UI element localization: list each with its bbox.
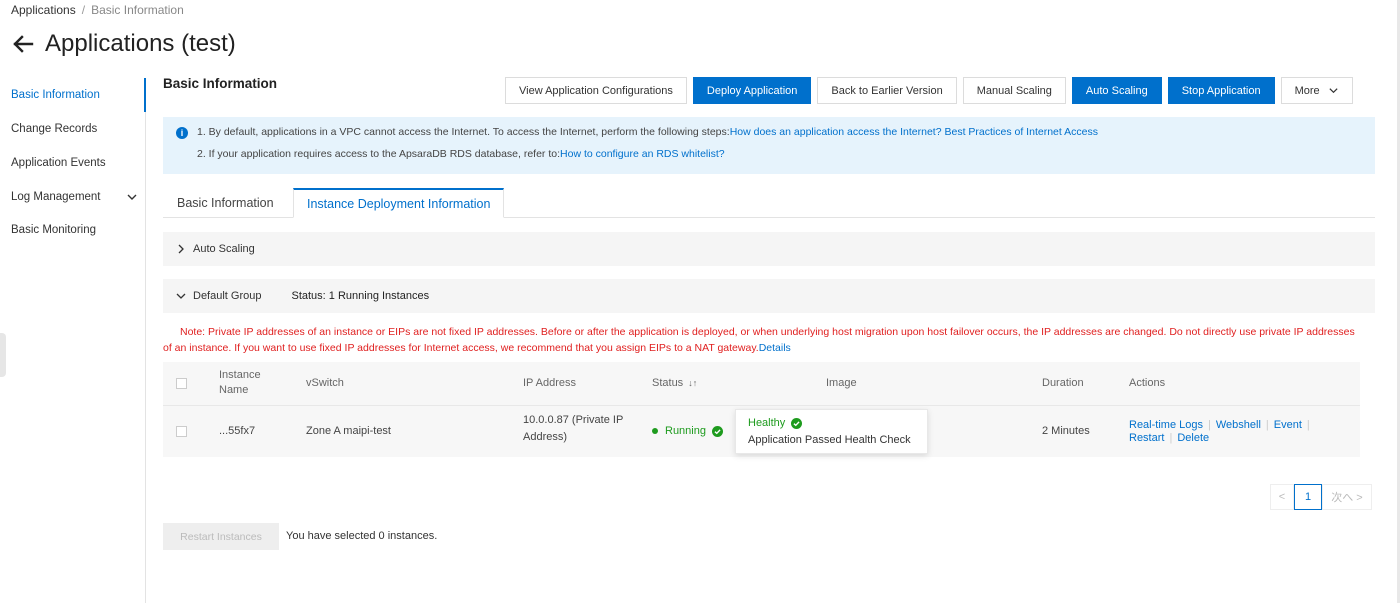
table-header: Instance Name vSwitch IP Address Status … <box>163 362 1360 406</box>
chevron-right-icon <box>178 244 184 254</box>
tooltip-text: Application Passed Health Check <box>748 434 911 446</box>
info-line-1-text: 1. By default, applications in a VPC can… <box>197 126 730 138</box>
page-title: Applications (test) <box>45 30 236 57</box>
webshell-link[interactable]: Webshell <box>1216 419 1261 431</box>
action-separator: | <box>1306 419 1310 431</box>
header-instance-name-2: Name <box>219 384 249 396</box>
check-circle-icon[interactable] <box>711 425 723 437</box>
sidebar-item-basic-information[interactable]: Basic Information <box>11 89 100 101</box>
health-check-tooltip: Healthy Application Passed Health Check <box>735 409 928 454</box>
header-duration: Duration <box>1042 377 1084 389</box>
info-line-2: 2. If your application requires access t… <box>197 148 725 160</box>
chevron-down-icon <box>1329 88 1338 94</box>
tooltip-title: Healthy <box>748 417 803 429</box>
status-running: Running <box>652 425 723 437</box>
pagination: < 1 次へ > <box>1270 484 1372 510</box>
instance-name: ...55fx7 <box>219 425 256 437</box>
section-title: Basic Information <box>163 76 278 91</box>
header-status: Status ↓↑ <box>652 377 697 389</box>
auto-scaling-panel-header[interactable]: Auto Scaling <box>163 232 1375 266</box>
ip-address-line-1: 10.0.0.87 (Private IP <box>523 414 624 426</box>
header-instance-name-1: Instance <box>219 369 261 381</box>
auto-scaling-panel-label: Auto Scaling <box>193 243 255 255</box>
breadcrumb-root[interactable]: Applications <box>11 3 76 17</box>
breadcrumb: Applications / Basic Information <box>11 3 184 17</box>
default-group-label: Default Group <box>193 290 262 302</box>
vswitch-value: Zone A maipi-test <box>306 425 391 437</box>
action-separator: | <box>1265 419 1269 431</box>
selected-count-text: You have selected 0 instances. <box>286 530 438 542</box>
restart-link[interactable]: Restart <box>1129 432 1164 444</box>
stop-application-button[interactable]: Stop Application <box>1167 77 1275 104</box>
sort-icon[interactable]: ↓↑ <box>688 378 697 388</box>
action-separator: | <box>1169 432 1173 444</box>
select-all-checkbox[interactable] <box>176 378 187 389</box>
row-checkbox[interactable] <box>176 426 187 437</box>
info-icon: i <box>176 127 188 139</box>
chevron-down-icon <box>176 293 186 299</box>
check-circle-icon <box>791 417 803 429</box>
delete-link[interactable]: Delete <box>1177 432 1209 444</box>
action-separator: | <box>1207 419 1211 431</box>
more-dropdown-button[interactable]: More <box>1280 77 1353 104</box>
status-dot-icon <box>652 428 658 435</box>
sidebar-item-change-records[interactable]: Change Records <box>11 123 97 135</box>
header-image: Image <box>826 377 857 389</box>
sidebar-active-indicator <box>144 78 146 112</box>
rds-whitelist-link[interactable]: How to configure an RDS whitelist? <box>560 148 725 160</box>
sidebar-item-application-events[interactable]: Application Events <box>11 157 106 169</box>
row-actions-line-2: Restart | Delete <box>1129 432 1209 444</box>
header-ip-address: IP Address <box>523 377 576 389</box>
internet-access-link[interactable]: How does an application access the Inter… <box>730 126 1098 138</box>
toolbar: View Application Configurations Deploy A… <box>505 77 1353 104</box>
tab-instance-deployment-information[interactable]: Instance Deployment Information <box>293 188 505 218</box>
back-arrow-icon[interactable] <box>11 32 35 56</box>
default-group-status: Status: 1 Running Instances <box>291 290 430 302</box>
real-time-logs-link[interactable]: Real-time Logs <box>1129 419 1203 431</box>
details-link[interactable]: Details <box>759 342 791 354</box>
back-to-earlier-version-button[interactable]: Back to Earlier Version <box>817 77 957 104</box>
restart-instances-button[interactable]: Restart Instances <box>163 523 279 550</box>
event-link[interactable]: Event <box>1274 419 1302 431</box>
info-line-2-text: 2. If your application requires access t… <box>197 148 561 160</box>
breadcrumb-separator: / <box>81 3 86 17</box>
manual-scaling-button[interactable]: Manual Scaling <box>962 77 1066 104</box>
pagination-prev-button[interactable]: < <box>1270 484 1294 510</box>
view-configurations-button[interactable]: View Application Configurations <box>505 77 687 104</box>
collapse-handle[interactable] <box>0 333 6 377</box>
pagination-next-button[interactable]: 次へ > <box>1322 484 1372 510</box>
chevron-down-icon[interactable] <box>126 191 138 203</box>
more-label: More <box>1294 84 1320 97</box>
tooltip-healthy-label: Healthy <box>748 417 786 429</box>
tab-bar: Basic Information Instance Deployment In… <box>163 188 1375 218</box>
deploy-application-button[interactable]: Deploy Application <box>692 77 812 104</box>
page-header: Applications (test) <box>11 30 236 58</box>
sidebar-item-basic-monitoring[interactable]: Basic Monitoring <box>11 224 96 236</box>
header-vswitch: vSwitch <box>306 377 344 389</box>
sidebar: Basic Information Change Records Applica… <box>0 78 146 603</box>
sidebar-item-log-management[interactable]: Log Management <box>11 191 101 203</box>
info-banner: i 1. By default, applications in a VPC c… <box>163 117 1375 174</box>
header-actions: Actions <box>1129 377 1166 389</box>
auto-scaling-button[interactable]: Auto Scaling <box>1071 77 1162 104</box>
default-group-panel-header[interactable]: Default Group Status: 1 Running Instance… <box>163 279 1375 313</box>
pagination-page-1[interactable]: 1 <box>1294 484 1322 510</box>
duration-value: 2 Minutes <box>1042 425 1090 437</box>
header-status-label: Status <box>652 377 684 389</box>
row-actions-line-1: Real-time Logs | Webshell | Event | <box>1129 419 1315 431</box>
tab-basic-information[interactable]: Basic Information <box>177 188 274 218</box>
ip-address-line-2: Address) <box>523 431 568 443</box>
status-running-label: Running <box>665 425 706 437</box>
info-line-1: 1. By default, applications in a VPC can… <box>197 126 1098 138</box>
ip-warning-note: Note: Private IP addresses of an instanc… <box>163 324 1363 356</box>
breadcrumb-current: Basic Information <box>91 3 184 17</box>
